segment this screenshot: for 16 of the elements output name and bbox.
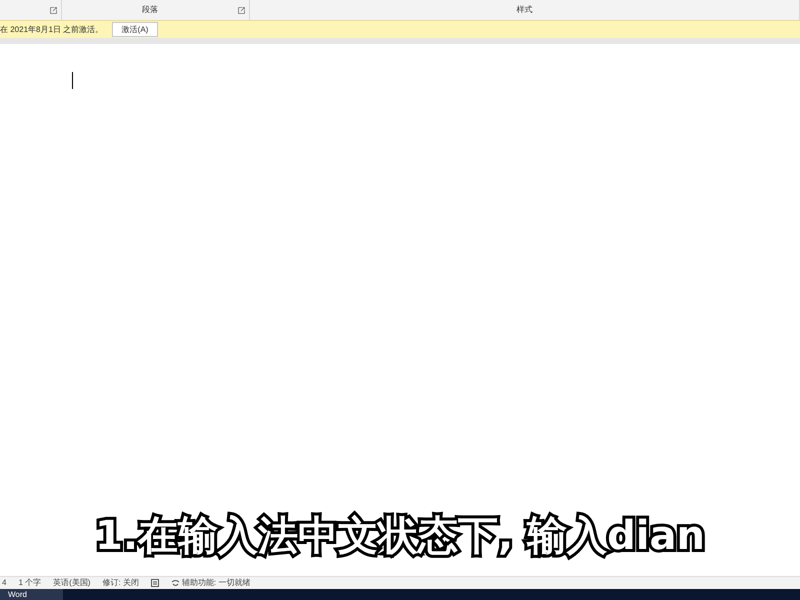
video-caption: 1.在输入法中文状态下, 输入dian: [95, 506, 705, 566]
activate-button[interactable]: 激活(A): [112, 22, 158, 37]
taskbar-app-button[interactable]: Word: [0, 589, 63, 600]
ribbon-group-label: 段落: [142, 4, 158, 16]
accessibility-status[interactable]: 辅助功能: 一切就绪: [182, 577, 250, 589]
status-item[interactable]: 4: [2, 577, 6, 589]
dialog-launcher-icon[interactable]: [50, 6, 57, 14]
dialog-launcher-icon[interactable]: [238, 6, 245, 14]
status-item[interactable]: 1 个字: [18, 577, 42, 589]
ribbon-group-label: 样式: [516, 4, 532, 16]
accessibility-icon[interactable]: [170, 579, 180, 587]
status-item[interactable]: 英语(美国): [53, 577, 90, 589]
status-item[interactable]: 修订: 关闭: [102, 577, 139, 589]
document-icon[interactable]: [150, 579, 159, 587]
text-cursor: [72, 72, 73, 89]
notice-text: 在 2021年8月1日 之前激活。: [0, 24, 104, 36]
